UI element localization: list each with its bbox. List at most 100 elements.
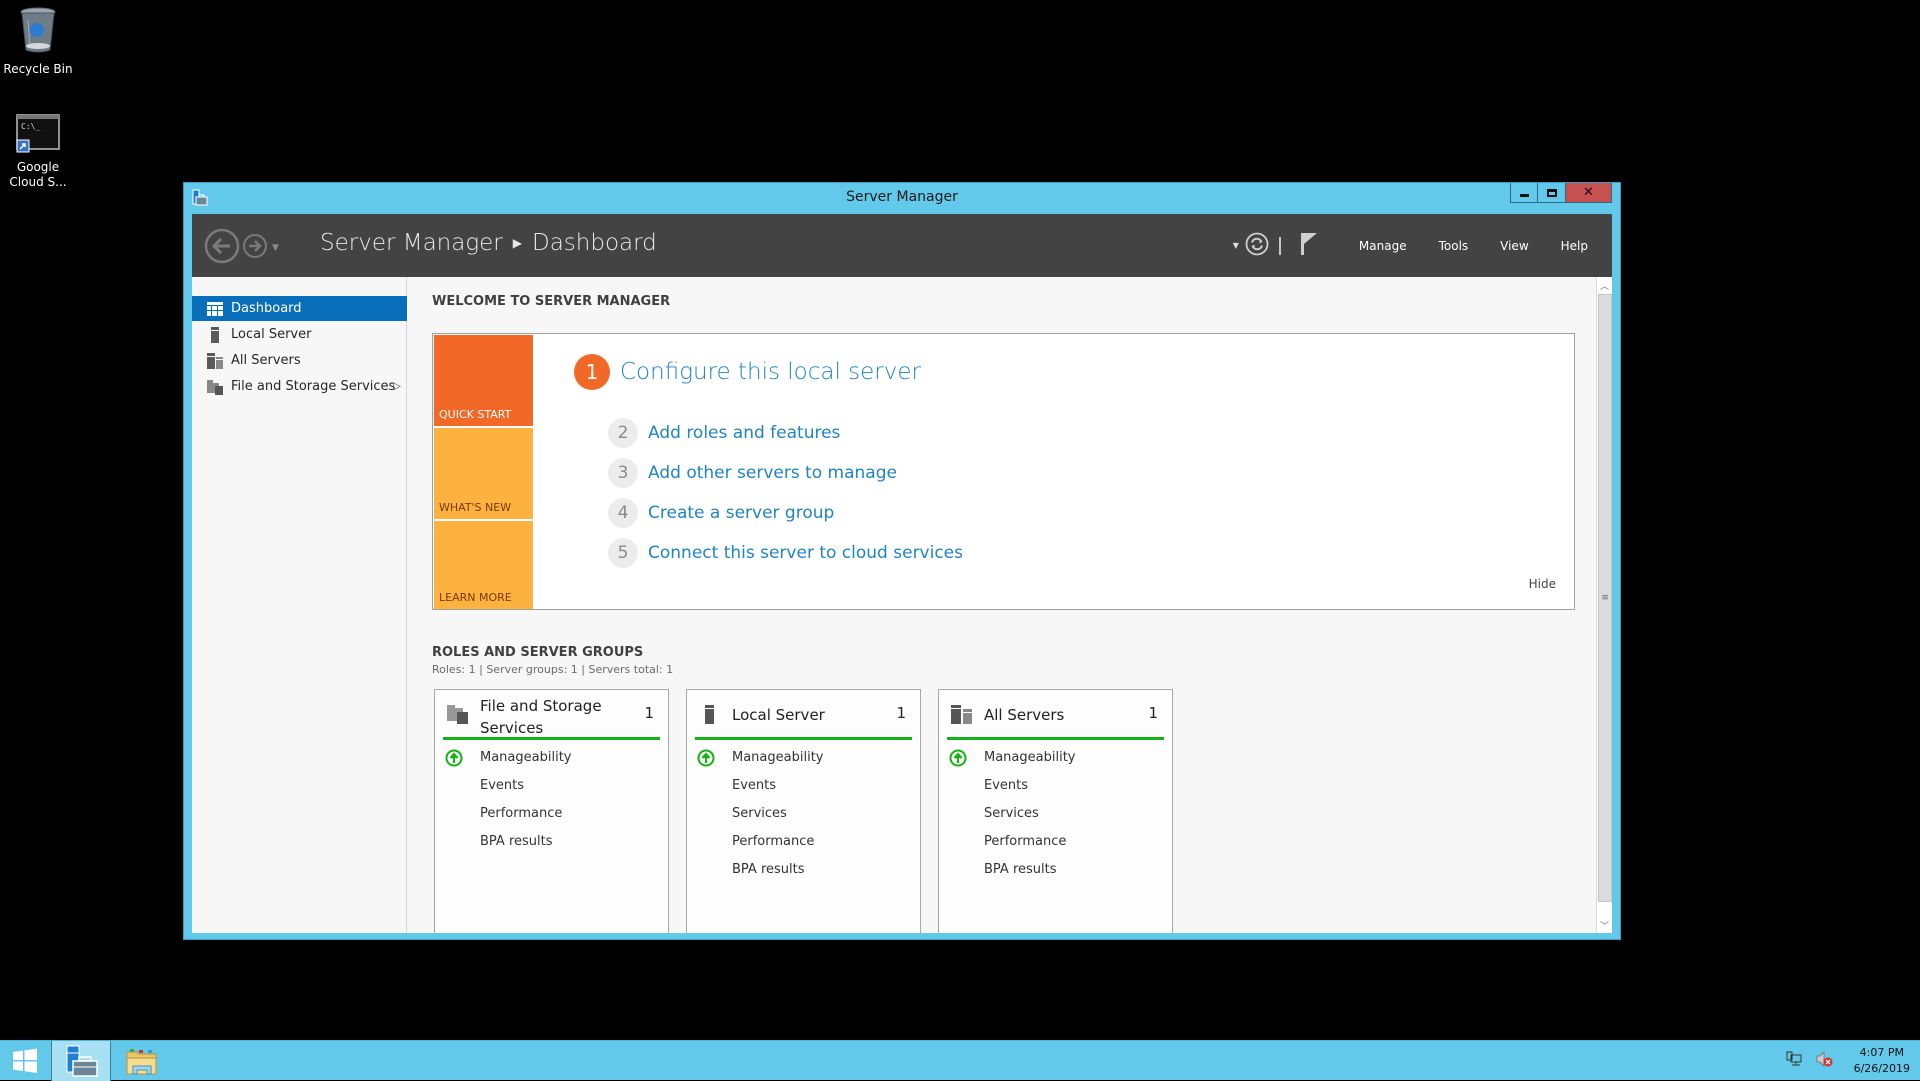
- menu-tools[interactable]: Tools: [1439, 239, 1469, 253]
- card-row-performance[interactable]: Performance: [984, 834, 1066, 849]
- hide-welcome-link[interactable]: Hide: [1529, 577, 1556, 591]
- breadcrumb-current: Dashboard: [532, 230, 657, 256]
- scroll-down-button[interactable]: ﹀: [1597, 917, 1612, 933]
- card-row-manageability[interactable]: Manageability: [949, 749, 1076, 767]
- maximize-button[interactable]: [1538, 183, 1566, 203]
- row-label: Manageability: [480, 750, 572, 765]
- step-link[interactable]: Configure this local server: [620, 359, 921, 385]
- row-label: Manageability: [984, 750, 1076, 765]
- step-link[interactable]: Add roles and features: [648, 423, 840, 443]
- card-row-events[interactable]: Events: [732, 778, 776, 793]
- scroll-thumb[interactable]: ≡: [1598, 294, 1612, 902]
- refresh-button[interactable]: [1245, 232, 1269, 259]
- welcome-panel: QUICK START WHAT'S NEW LEARN MORE 1 Conf…: [432, 333, 1575, 610]
- role-card-all-servers[interactable]: All Servers 1 Manageability Events Servi…: [938, 689, 1173, 933]
- menu-manage[interactable]: Manage: [1359, 239, 1407, 253]
- card-row-bpa-results[interactable]: BPA results: [480, 834, 553, 849]
- card-header[interactable]: File and Storage Services 1: [443, 690, 660, 740]
- sidebar-item-dashboard[interactable]: Dashboard: [192, 296, 407, 321]
- card-count: 1: [896, 704, 906, 722]
- row-label: BPA results: [732, 862, 805, 877]
- back-button[interactable]: [204, 228, 240, 268]
- step-number-badge: 3: [608, 458, 638, 488]
- scroll-up-button[interactable]: ︿: [1597, 277, 1612, 293]
- tile-quick-start[interactable]: QUICK START: [434, 335, 533, 426]
- desktop-icon-google-cloud-sdk[interactable]: C:\_ Google Cloud S...: [0, 114, 76, 190]
- file-explorer-icon: [126, 1049, 157, 1075]
- close-icon: ✕: [1583, 185, 1594, 200]
- card-row-manageability[interactable]: Manageability: [445, 749, 572, 767]
- system-tray: 4:07 PM 6/26/2019: [1786, 1041, 1910, 1081]
- step-link[interactable]: Connect this server to cloud services: [648, 543, 963, 563]
- desktop-icon-label: Google Cloud S...: [9, 160, 67, 189]
- local-server-icon: [207, 326, 223, 343]
- step-connect-cloud[interactable]: 5 Connect this server to cloud services: [608, 538, 963, 568]
- row-label: Performance: [984, 834, 1067, 849]
- card-row-manageability[interactable]: Manageability: [697, 749, 823, 767]
- step-link[interactable]: Create a server group: [648, 503, 834, 523]
- step-configure-local-server[interactable]: 1 Configure this local server: [574, 354, 921, 390]
- step-create-group[interactable]: 4 Create a server group: [608, 498, 834, 528]
- close-button[interactable]: ✕: [1566, 183, 1612, 203]
- sidebar-item-label: All Servers: [231, 353, 301, 368]
- card-title: Local Server: [732, 706, 825, 724]
- chevron-up-icon: ︿: [1599, 281, 1609, 292]
- role-card-file-storage[interactable]: File and Storage Services 1 Manageabilit…: [434, 689, 669, 933]
- card-title: File and Storage Services: [480, 697, 602, 737]
- clock-time: 4:07 PM: [1859, 1046, 1904, 1059]
- step-number-badge: 2: [608, 418, 638, 448]
- row-label: Events: [732, 778, 777, 793]
- menu-view[interactable]: View: [1500, 239, 1528, 253]
- card-count: 1: [644, 704, 654, 722]
- breadcrumb: Server Manager ▶ Dashboard: [320, 230, 657, 256]
- maximize-icon: [1546, 188, 1557, 197]
- title-bar[interactable]: Server Manager ✕: [184, 183, 1620, 213]
- sidebar-item-all-servers[interactable]: All Servers: [192, 348, 407, 373]
- history-dropdown[interactable]: ▼: [272, 243, 279, 253]
- card-row-performance[interactable]: Performance: [480, 806, 562, 821]
- step-link[interactable]: Add other servers to manage: [648, 463, 897, 483]
- start-button[interactable]: [0, 1041, 50, 1081]
- card-row-bpa-results[interactable]: BPA results: [984, 862, 1057, 877]
- clock[interactable]: 4:07 PM 6/26/2019: [1854, 1045, 1910, 1077]
- header-bar: ▼ Server Manager ▶ Dashboard ▼ Manage To…: [192, 214, 1612, 277]
- desktop-icon-recycle-bin[interactable]: Recycle Bin: [0, 6, 76, 77]
- chevron-down-icon: ﹀: [1599, 921, 1609, 932]
- step-number-badge: 5: [608, 538, 638, 568]
- volume-muted-icon[interactable]: [1816, 1050, 1834, 1071]
- row-label: BPA results: [984, 862, 1057, 877]
- refresh-dropdown[interactable]: ▼: [1233, 241, 1239, 250]
- card-row-services[interactable]: Services: [732, 806, 787, 821]
- welcome-section-title: WELCOME TO SERVER MANAGER: [432, 294, 671, 309]
- step-add-servers[interactable]: 3 Add other servers to manage: [608, 458, 897, 488]
- card-row-performance[interactable]: Performance: [732, 834, 814, 849]
- taskbar-file-explorer[interactable]: [112, 1041, 172, 1081]
- file-storage-icon: [207, 379, 223, 395]
- minimize-icon: [1519, 194, 1529, 197]
- network-icon[interactable]: [1786, 1051, 1804, 1071]
- sidebar-item-file-storage[interactable]: File and Storage Services ▷: [192, 374, 407, 399]
- card-header[interactable]: Local Server 1: [695, 690, 912, 740]
- expand-arrow-icon[interactable]: ▷: [393, 381, 401, 392]
- forward-button[interactable]: [242, 233, 268, 263]
- status-ok-icon: [949, 749, 967, 771]
- menu-help[interactable]: Help: [1561, 239, 1588, 253]
- tile-learn-more[interactable]: LEARN MORE: [434, 521, 533, 609]
- step-add-roles[interactable]: 2 Add roles and features: [608, 418, 840, 448]
- card-row-bpa-results[interactable]: BPA results: [732, 862, 805, 877]
- minimize-button[interactable]: [1510, 183, 1538, 203]
- sidebar-item-local-server[interactable]: Local Server: [192, 322, 407, 347]
- tile-label: LEARN MORE: [439, 591, 512, 604]
- role-card-local-server[interactable]: Local Server 1 Manageability Events Serv…: [686, 689, 921, 933]
- taskbar-server-manager[interactable]: [51, 1041, 111, 1081]
- notifications-button[interactable]: [1299, 231, 1319, 260]
- window-body: Dashboard Local Server All Servers File …: [192, 277, 1612, 933]
- breadcrumb-root[interactable]: Server Manager: [320, 230, 503, 256]
- tile-whats-new[interactable]: WHAT'S NEW: [434, 428, 533, 519]
- server-manager-window: Server Manager ✕ ▼ Server Manager ▶ Dash…: [183, 182, 1621, 940]
- card-row-events[interactable]: Events: [984, 778, 1028, 793]
- card-header[interactable]: All Servers 1: [947, 690, 1164, 740]
- vertical-scrollbar[interactable]: ︿ ≡ ﹀: [1596, 277, 1612, 933]
- card-row-services[interactable]: Services: [984, 806, 1039, 821]
- card-row-events[interactable]: Events: [480, 778, 524, 793]
